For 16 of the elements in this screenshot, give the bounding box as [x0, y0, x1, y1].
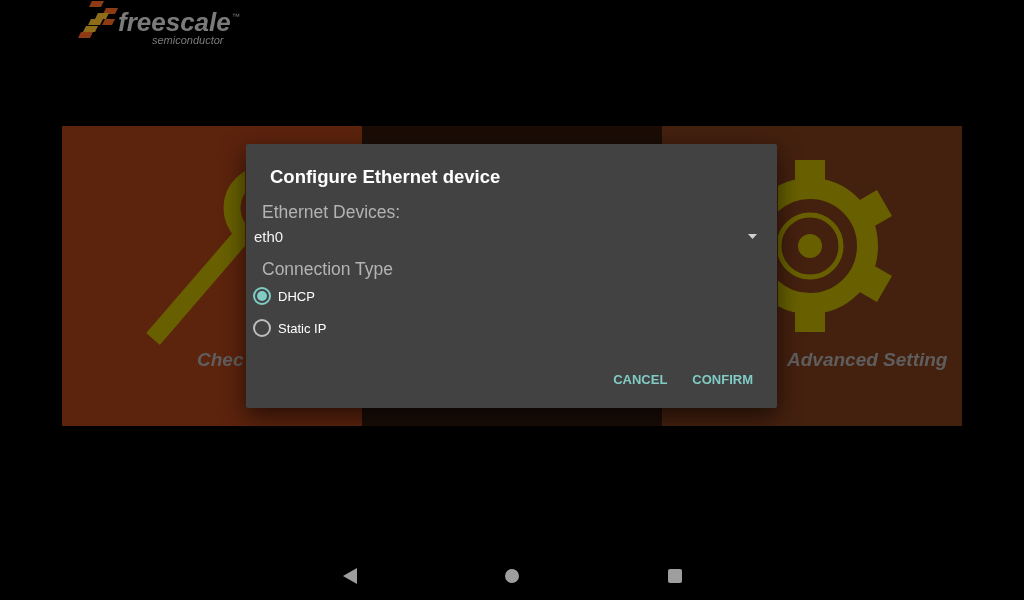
logo-wordmark: freescale [118, 11, 231, 34]
back-icon[interactable] [342, 568, 357, 584]
radio-option[interactable]: Static IP [253, 312, 331, 344]
radio-icon[interactable] [253, 319, 271, 337]
tile-label: Advanced Setting [787, 348, 948, 372]
home-icon[interactable] [505, 569, 519, 583]
gear-icon [778, 160, 893, 332]
trademark-sign: ™ [231, 13, 240, 21]
radio-option[interactable]: DHCP [253, 280, 319, 312]
dialog-button[interactable]: CONFIRM [684, 362, 761, 398]
caret-icon [748, 233, 757, 239]
logo-tagline: semiconductor [151, 34, 225, 46]
logo-mark-icon [78, 0, 118, 38]
radio-icon[interactable] [253, 287, 271, 305]
recents-icon[interactable] [667, 569, 682, 583]
tile-label: Chec [197, 348, 244, 372]
